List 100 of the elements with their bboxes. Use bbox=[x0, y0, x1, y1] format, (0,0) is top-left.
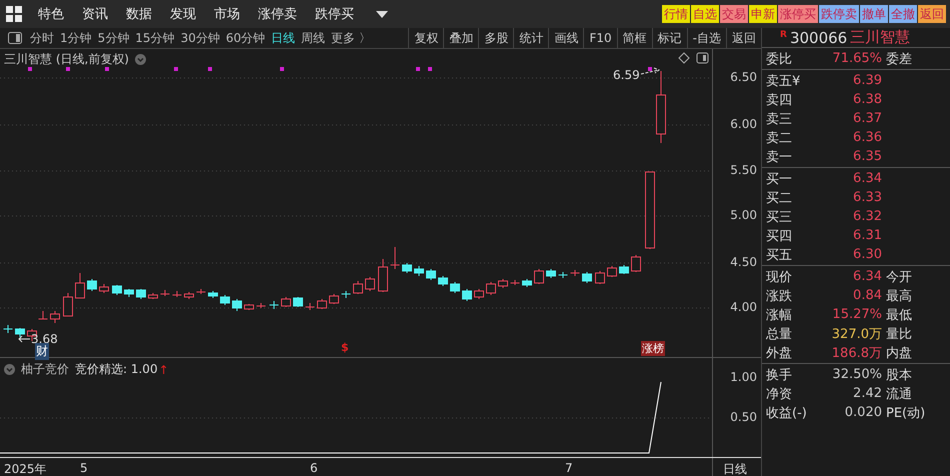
toolbar-button[interactable]: 多股 bbox=[478, 28, 514, 48]
quote-label: 现价 bbox=[766, 268, 793, 286]
collapse-icon[interactable] bbox=[135, 54, 146, 65]
period-tab[interactable]: 5分钟 bbox=[98, 30, 130, 46]
quote-value: 71.65% bbox=[831, 51, 882, 66]
candle bbox=[474, 288, 484, 300]
indicator-reading: 竞价精选: 1.00 bbox=[75, 361, 158, 378]
toolbar-button[interactable]: -自选 bbox=[686, 28, 726, 48]
trade-button[interactable]: 申新 bbox=[749, 5, 777, 23]
candle bbox=[196, 288, 206, 294]
stock-code: 300066 bbox=[790, 28, 848, 46]
candle bbox=[462, 288, 472, 302]
candle bbox=[87, 278, 97, 292]
ask-label: 卖四 bbox=[766, 92, 793, 108]
trade-button[interactable]: 自选 bbox=[691, 5, 719, 23]
bid-label: 买三 bbox=[766, 208, 793, 226]
period-tab[interactable]: 30分钟 bbox=[180, 30, 220, 46]
ask-price: 6.37 bbox=[852, 111, 882, 126]
ask-label: 卖三 bbox=[766, 110, 793, 128]
candle bbox=[99, 284, 109, 294]
candle bbox=[378, 258, 388, 292]
candle bbox=[256, 302, 266, 308]
trade-button[interactable]: 行情 bbox=[662, 5, 690, 23]
axis-label: 6.50 bbox=[730, 70, 757, 84]
quote-label: PE(动) bbox=[886, 404, 926, 422]
period-tab[interactable]: 60分钟 bbox=[226, 30, 266, 46]
ask-label: 卖一 bbox=[766, 148, 793, 166]
axis-label: 5.00 bbox=[730, 208, 757, 222]
bid-price: 6.33 bbox=[852, 190, 882, 205]
candle bbox=[365, 276, 375, 292]
period-tab[interactable]: 周线 bbox=[301, 30, 326, 46]
quote-label: 量比 bbox=[886, 326, 912, 342]
ask-price: 6.39 bbox=[852, 73, 882, 88]
period-label: 日线 bbox=[723, 461, 747, 476]
candle bbox=[184, 292, 194, 300]
candle bbox=[353, 280, 363, 294]
candle bbox=[402, 262, 412, 274]
period-tab[interactable]: 分时 bbox=[30, 30, 54, 46]
toolbar-button[interactable]: 复权 bbox=[408, 28, 444, 48]
candle bbox=[136, 288, 146, 300]
period-tab[interactable]: 日线 bbox=[271, 30, 296, 46]
menu-item[interactable]: 跌停买 bbox=[315, 5, 354, 23]
candle bbox=[75, 272, 85, 298]
candle bbox=[414, 266, 424, 276]
bid-price: 6.30 bbox=[852, 247, 882, 262]
bid-label: 买四 bbox=[766, 228, 793, 244]
indicator-name: 柚子竞价 bbox=[21, 361, 69, 378]
quote-label: 股本 bbox=[886, 366, 912, 384]
candle bbox=[160, 290, 170, 296]
candle bbox=[244, 304, 254, 310]
menu-item[interactable]: 特色 bbox=[38, 5, 64, 23]
menu-item[interactable]: 市场 bbox=[214, 5, 240, 23]
menu-item[interactable]: 发现 bbox=[170, 5, 196, 23]
axis-label: 1.00 bbox=[730, 370, 757, 384]
toolbar-button[interactable]: 简框 bbox=[616, 28, 652, 48]
quote-label: 换手 bbox=[766, 366, 793, 384]
toolbar-button[interactable]: 画线 bbox=[548, 28, 584, 48]
menu-item[interactable]: 数据 bbox=[126, 5, 152, 23]
candle bbox=[498, 278, 508, 288]
quote-label: 最低 bbox=[886, 306, 912, 324]
toolbar-button[interactable]: 统计 bbox=[513, 28, 548, 48]
quote-label: 外盘 bbox=[766, 344, 793, 362]
candle bbox=[607, 266, 617, 278]
panel-icon[interactable] bbox=[696, 52, 708, 64]
candle bbox=[426, 268, 436, 280]
candle bbox=[38, 310, 48, 320]
candle bbox=[450, 282, 460, 294]
quote-label: 收益(-) bbox=[766, 404, 808, 422]
period-tab[interactable]: 1分钟 bbox=[60, 30, 92, 46]
menu-item[interactable]: 涨停卖 bbox=[258, 5, 297, 23]
bid-label: 买五 bbox=[766, 246, 793, 264]
period-tab[interactable]: 15分钟 bbox=[135, 30, 175, 46]
quote-value: 32.50% bbox=[831, 367, 882, 382]
quote-label: 最高 bbox=[886, 288, 912, 304]
candle bbox=[595, 270, 605, 284]
panel-toggle-icon[interactable] bbox=[8, 32, 22, 44]
diamond-icon[interactable] bbox=[678, 52, 690, 64]
quote-label: 涨跌 bbox=[766, 288, 793, 304]
time-label: 5 bbox=[80, 461, 88, 475]
toolbar-button[interactable]: F10 bbox=[583, 28, 617, 48]
quote-label: 流通 bbox=[886, 386, 912, 402]
candle bbox=[3, 324, 13, 334]
toolbar-button[interactable]: 叠加 bbox=[443, 28, 478, 48]
collapse-icon[interactable] bbox=[4, 364, 15, 375]
bid-label: 买二 bbox=[766, 190, 793, 206]
candle bbox=[534, 268, 544, 284]
bid-price: 6.31 bbox=[852, 228, 882, 243]
menu-item[interactable]: 资讯 bbox=[82, 5, 108, 23]
period-tab[interactable]: 更多 〉 bbox=[331, 30, 371, 46]
candle bbox=[631, 254, 641, 272]
ask-price: 6.38 bbox=[852, 92, 882, 107]
caret-icon[interactable] bbox=[376, 10, 388, 18]
toolbar-button[interactable]: 标记 bbox=[652, 28, 687, 48]
grid-menu-icon[interactable] bbox=[6, 6, 22, 22]
quote-value: 6.34 bbox=[852, 269, 882, 284]
signal-mark: $ bbox=[341, 341, 349, 354]
toolbar-button[interactable]: 返回 bbox=[726, 28, 761, 48]
up-arrow-mark: ↑ bbox=[158, 362, 169, 376]
quote-value: 186.8万 bbox=[830, 344, 882, 362]
quote-value: 2.42 bbox=[852, 386, 882, 401]
